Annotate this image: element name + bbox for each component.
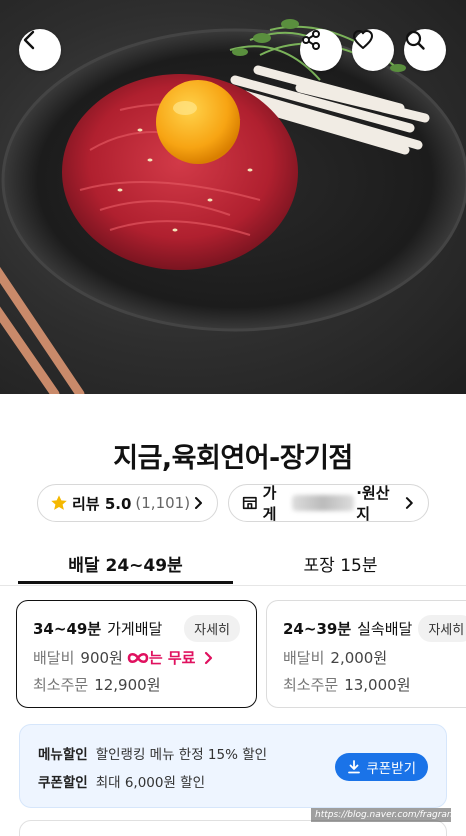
menu-discount-value: 할인랭킹 메뉴 한정 15% 할인 — [95, 747, 268, 763]
store-info-pill[interactable]: 가게 ·원산지 — [228, 484, 429, 523]
menu-discount-label: 메뉴할인 — [38, 747, 88, 763]
min-order-value: 13,000원 — [344, 676, 411, 694]
fee-value: 2,000원 — [330, 649, 388, 667]
min-order-label: 최소주문 — [33, 676, 89, 694]
store-icon — [242, 496, 257, 510]
info-label-suffix: ·원산지 — [356, 484, 390, 523]
download-icon — [348, 760, 361, 774]
coupon-discount-value: 최대 6,000원 할인 — [95, 775, 206, 791]
favorite-button[interactable] — [352, 29, 394, 71]
review-pill[interactable]: 리뷰 5.0 (1,101) — [37, 484, 218, 522]
search-button[interactable] — [404, 29, 446, 71]
fee-value: 900원 — [80, 649, 123, 667]
infinity-icon — [127, 652, 149, 663]
info-label-prefix: 가게 — [262, 484, 277, 523]
hero-image — [0, 0, 466, 394]
share-button[interactable] — [300, 29, 342, 71]
store-name: 지금,육회연어-장기점 — [113, 443, 353, 474]
detail-button[interactable]: 자세히 — [184, 614, 240, 642]
coupon-discount-label: 쿠폰할인 — [38, 775, 88, 791]
review-score: 리뷰 5.0 — [72, 494, 132, 513]
blurred-info — [291, 495, 355, 511]
order-type-tabs: 배달 24~49분 포장 15분 — [0, 540, 466, 586]
chevron-right-icon — [195, 497, 202, 509]
delivery-type: 실속배달 — [357, 619, 413, 638]
next-section-card — [19, 820, 447, 836]
tab-delivery[interactable]: 배달 24~49분 — [18, 540, 233, 586]
chevron-left-icon — [23, 30, 35, 50]
search-icon — [405, 30, 425, 50]
free-text: 는 무료 — [148, 649, 196, 667]
coupon-button-label: 쿠폰받기 — [366, 761, 416, 777]
active-tab-indicator — [18, 581, 233, 584]
delivery-option-card[interactable]: 24~39분 실속배달 자세히 배달비 2,000원 최소주문 13,000원 — [266, 600, 466, 708]
min-order-label: 최소주문 — [283, 676, 339, 694]
discount-box: 메뉴할인 할인랭킹 메뉴 한정 15% 할인 쿠폰할인 최대 6,000원 할인… — [19, 724, 447, 808]
detail-button[interactable]: 자세히 — [418, 614, 466, 642]
chevron-right-icon — [406, 497, 414, 509]
food-photo — [0, 19, 466, 394]
tab-pickup[interactable]: 포장 15분 — [233, 540, 448, 586]
min-order-value: 12,900원 — [94, 676, 161, 694]
delivery-type: 가게배달 — [107, 619, 163, 638]
fee-label: 배달비 — [33, 649, 75, 667]
get-coupon-button[interactable]: 쿠폰받기 — [335, 753, 428, 781]
delivery-time: 34~49분 — [33, 619, 102, 638]
fee-label: 배달비 — [283, 649, 325, 667]
watermark: https://blog.naver.com/fragrance2021 — [311, 808, 451, 822]
heart-icon — [353, 30, 373, 49]
free-delivery-badge[interactable]: 는 무료 — [127, 647, 216, 668]
back-button[interactable] — [19, 29, 61, 71]
delivery-time: 24~39분 — [283, 619, 352, 638]
star-icon — [51, 495, 67, 510]
chevron-right-icon — [205, 651, 213, 664]
share-icon — [302, 30, 320, 50]
review-count: (1,101) — [135, 494, 191, 512]
delivery-option-card[interactable]: 34~49분 가게배달 자세히 배달비 900원 는 무료 최소주문 12,90… — [16, 600, 257, 708]
